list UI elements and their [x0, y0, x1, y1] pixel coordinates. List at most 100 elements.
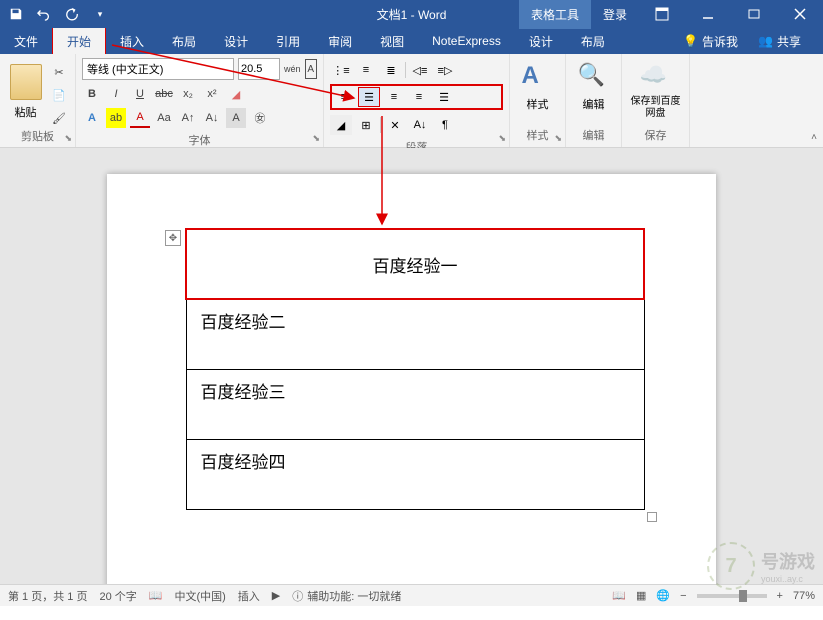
show-marks-icon[interactable]: ¶: [434, 115, 456, 135]
read-mode-icon[interactable]: 📖: [612, 589, 626, 602]
tab-review[interactable]: 审阅: [314, 28, 366, 55]
accessibility-status[interactable]: ⓘ 辅助功能: 一切就绪: [292, 588, 401, 604]
paste-label: 粘贴: [15, 104, 37, 120]
ruby-icon[interactable]: wén: [284, 59, 301, 79]
qat-dropdown-icon[interactable]: ▾: [92, 6, 108, 22]
zoom-out-icon[interactable]: −: [680, 590, 686, 602]
snap-grid-icon[interactable]: ✕: [384, 115, 406, 135]
share-button[interactable]: 👥 共享: [748, 28, 811, 55]
tell-me-label: 告诉我: [702, 33, 738, 50]
table-cell-2[interactable]: 百度经验二: [186, 299, 644, 369]
editing-group: 🔍 编辑 编辑: [566, 54, 622, 147]
copy-icon[interactable]: 📄: [49, 85, 69, 105]
tab-insert[interactable]: 插入: [106, 28, 158, 55]
subscript-icon[interactable]: x₂: [178, 84, 198, 104]
insert-mode[interactable]: 插入: [238, 588, 260, 604]
justify-icon[interactable]: ≡: [408, 87, 430, 107]
table-resize-handle-icon[interactable]: [647, 512, 657, 522]
text-effects-icon[interactable]: A: [82, 108, 102, 128]
zoom-thumb[interactable]: [739, 590, 747, 602]
font-color-icon[interactable]: A: [130, 108, 150, 128]
bullets-icon[interactable]: ⋮≡: [330, 60, 352, 80]
print-layout-icon[interactable]: ▦: [636, 589, 646, 602]
align-center-icon[interactable]: ☰: [358, 87, 380, 107]
word-count[interactable]: 20 个字: [99, 588, 136, 604]
font-size-select[interactable]: [238, 58, 280, 80]
bold-icon[interactable]: B: [82, 84, 102, 104]
document-table[interactable]: 百度经验一 百度经验二 百度经验三 百度经验四: [185, 228, 645, 510]
ribbon-options-icon[interactable]: [639, 0, 685, 28]
page-indicator[interactable]: 第 1 页，共 1 页: [8, 588, 87, 604]
paragraph-launcher-icon[interactable]: ⬊: [498, 133, 506, 144]
sort-icon[interactable]: A↓: [409, 115, 431, 135]
numbering-icon[interactable]: ≡: [355, 60, 377, 80]
tab-table-design[interactable]: 设计: [515, 28, 567, 55]
collapse-ribbon-icon[interactable]: ˄: [811, 132, 817, 143]
shading-icon[interactable]: ◢: [330, 115, 352, 135]
styles-launcher-icon[interactable]: ⬊: [554, 133, 562, 144]
accessibility-label: 辅助功能: 一切就绪: [307, 588, 401, 604]
superscript-icon[interactable]: x²: [202, 84, 222, 104]
tab-noteexpress[interactable]: NoteExpress: [418, 29, 515, 53]
save-icon[interactable]: [8, 6, 24, 22]
distributed-icon[interactable]: ☰: [433, 87, 455, 107]
font-group: wén A B I U abc x₂ x² ◢ A ab A Aa A↑ A↓ …: [76, 54, 324, 147]
minimize-icon[interactable]: [685, 0, 731, 28]
tab-design[interactable]: 设计: [210, 28, 262, 55]
table-move-handle-icon[interactable]: ✥: [165, 230, 181, 246]
paragraph-group: ⋮≡ ≡ ≣ ◁≡ ≡▷ ≡ ☰ ≡ ≡ ☰ ◢ ⊞ ✕ A↓ ¶ 段落 ⬊: [324, 54, 510, 147]
editing-button[interactable]: 🔍 编辑: [572, 62, 615, 112]
clipboard-launcher-icon[interactable]: ⬊: [64, 133, 72, 144]
underline-icon[interactable]: U: [130, 84, 150, 104]
align-right-icon[interactable]: ≡: [383, 87, 405, 107]
zoom-level[interactable]: 77%: [793, 590, 815, 602]
styles-button[interactable]: A 样式: [516, 62, 559, 112]
language-indicator[interactable]: 中文(中国): [174, 588, 225, 604]
close-icon[interactable]: [777, 0, 823, 28]
font-launcher-icon[interactable]: ⬊: [312, 133, 320, 144]
table-cell-4[interactable]: 百度经验四: [186, 439, 644, 509]
undo-icon[interactable]: [36, 6, 52, 22]
zoom-in-icon[interactable]: +: [777, 590, 783, 602]
tab-layout[interactable]: 布局: [158, 28, 210, 55]
enclose-char-icon[interactable]: ㊛: [250, 108, 270, 128]
shrink-font-icon[interactable]: A↓: [202, 108, 222, 128]
italic-icon[interactable]: I: [106, 84, 126, 104]
redo-icon[interactable]: [64, 6, 80, 22]
strikethrough-icon[interactable]: abc: [154, 84, 174, 104]
login-button[interactable]: 登录: [591, 0, 639, 29]
tab-view[interactable]: 视图: [366, 28, 418, 55]
tab-home[interactable]: 开始: [52, 27, 106, 56]
grow-font-icon[interactable]: A↑: [178, 108, 198, 128]
tell-me[interactable]: 💡 告诉我: [673, 28, 748, 55]
paste-button[interactable]: 粘贴: [6, 64, 45, 128]
borders-icon[interactable]: ⊞: [355, 115, 377, 135]
tab-file[interactable]: 文件: [0, 28, 52, 55]
save-cloud-button[interactable]: ☁️ 保存到百度网盘: [628, 62, 683, 120]
tab-references[interactable]: 引用: [262, 28, 314, 55]
web-layout-icon[interactable]: 🌐: [656, 589, 670, 602]
align-left-icon[interactable]: ≡: [333, 87, 355, 107]
char-border-icon[interactable]: A: [305, 59, 317, 79]
macro-icon[interactable]: ▶: [272, 589, 280, 602]
page[interactable]: ✥ 百度经验一 百度经验二 百度经验三 百度经验四: [107, 174, 716, 584]
decrease-indent-icon[interactable]: ◁≡: [409, 60, 431, 80]
format-painter-icon[interactable]: 🖌: [49, 108, 69, 128]
maximize-icon[interactable]: [731, 0, 777, 28]
spellcheck-icon[interactable]: 📖: [149, 589, 163, 602]
font-name-select[interactable]: [82, 58, 234, 80]
change-case-icon[interactable]: Aa: [154, 108, 174, 128]
zoom-slider[interactable]: [697, 594, 767, 598]
table-cell-3[interactable]: 百度经验三: [186, 369, 644, 439]
increase-indent-icon[interactable]: ≡▷: [434, 60, 456, 80]
highlight-icon[interactable]: ab: [106, 108, 126, 128]
share-label: 共享: [777, 33, 801, 50]
clipboard-group: 粘贴 ✂ 📄 🖌 剪贴板 ⬊: [0, 54, 76, 147]
multilevel-icon[interactable]: ≣: [380, 60, 402, 80]
clear-format-icon[interactable]: ◢: [226, 84, 246, 104]
tab-table-layout[interactable]: 布局: [567, 28, 619, 55]
cut-icon[interactable]: ✂: [49, 62, 69, 82]
char-shading-icon[interactable]: A: [226, 108, 246, 128]
styles-group: A 样式 样式 ⬊: [510, 54, 566, 147]
table-cell-1[interactable]: 百度经验一: [186, 229, 644, 299]
